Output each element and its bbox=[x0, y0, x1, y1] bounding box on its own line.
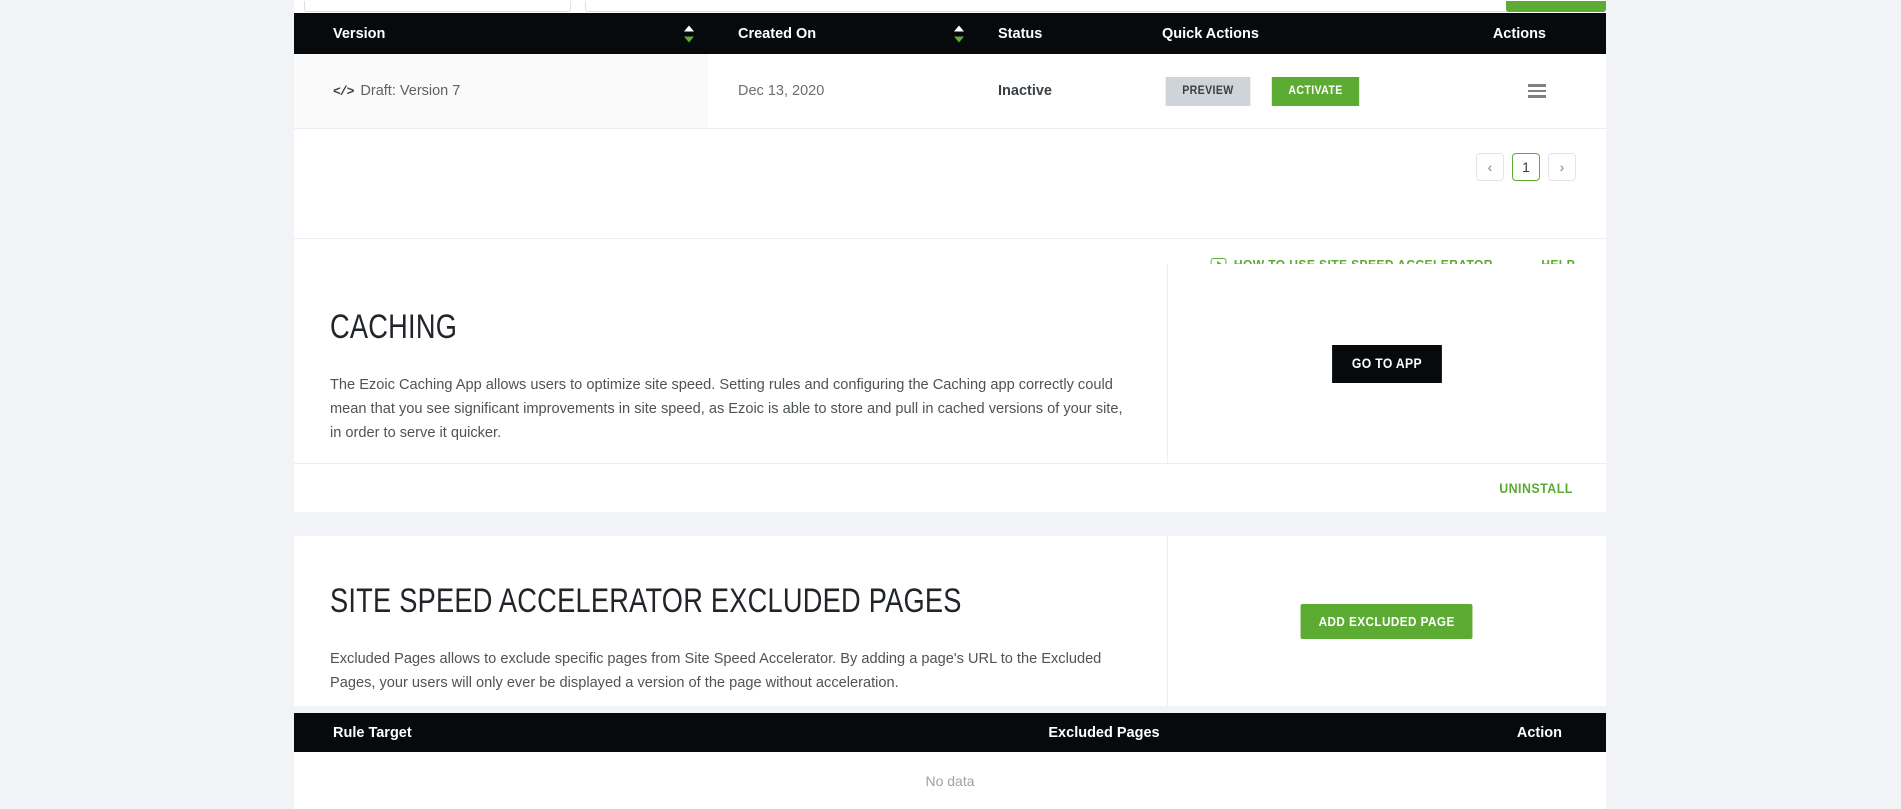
caching-action-panel: GO TO APP bbox=[1168, 264, 1606, 464]
sort-toggle-version[interactable] bbox=[684, 25, 694, 42]
preview-button[interactable]: PREVIEW bbox=[1165, 76, 1251, 106]
pagination-next-button[interactable]: › bbox=[1548, 153, 1576, 181]
column-header-version-label: Version bbox=[333, 25, 386, 42]
caching-body: The Ezoic Caching App allows users to op… bbox=[330, 377, 1123, 441]
pagination-prev-button[interactable]: ‹ bbox=[1476, 153, 1504, 181]
code-icon: </> bbox=[333, 83, 354, 99]
column-header-status: Status bbox=[978, 13, 1152, 54]
sort-ascending-icon bbox=[954, 25, 964, 31]
app-page: Version Created On Status Quick Actions bbox=[0, 0, 1901, 809]
sort-descending-icon bbox=[954, 36, 964, 42]
cell-created-on: Dec 13, 2020 bbox=[738, 83, 825, 99]
pagination-page-1-button[interactable]: 1 bbox=[1512, 153, 1540, 181]
excluded-pages-action-panel: ADD EXCLUDED PAGE bbox=[1168, 536, 1606, 706]
cutoff-green-button[interactable] bbox=[1506, 1, 1606, 12]
status-badge: Inactive bbox=[998, 83, 1052, 99]
table-row: </> Draft: Version 7 Dec 13, 2020 Inacti… bbox=[294, 54, 1606, 129]
excluded-pages-title: SITE SPEED ACCELERATOR EXCLUDED PAGES bbox=[330, 582, 962, 620]
sort-descending-icon bbox=[684, 36, 694, 42]
column-header-actions-label: Actions bbox=[1492, 25, 1546, 42]
column-header-created-on[interactable]: Created On bbox=[708, 13, 978, 54]
column-header-action: Action bbox=[1516, 724, 1562, 741]
go-to-app-button[interactable]: GO TO APP bbox=[1332, 344, 1442, 383]
caching-title: CACHING bbox=[330, 308, 458, 346]
cutoff-input-left[interactable] bbox=[304, 1, 572, 12]
column-header-status-label: Status bbox=[998, 25, 1043, 42]
column-header-excluded-pages: Excluded Pages bbox=[1048, 724, 1160, 741]
cutoff-toolbar bbox=[294, 0, 1606, 13]
excluded-pages-empty-message: No data bbox=[294, 752, 1606, 809]
activate-button[interactable]: ACTIVATE bbox=[1271, 76, 1360, 106]
column-header-version[interactable]: Version bbox=[294, 13, 708, 54]
cell-status: Inactive bbox=[978, 54, 1152, 128]
column-header-rule-target: Rule Target bbox=[333, 724, 412, 741]
add-excluded-page-button[interactable]: ADD EXCLUDED PAGE bbox=[1300, 603, 1474, 639]
excluded-pages-table: Rule Target Excluded Pages Action No dat… bbox=[294, 713, 1606, 809]
cell-version: </> Draft: Version 7 bbox=[294, 54, 708, 128]
versions-table-header: Version Created On Status Quick Actions bbox=[294, 13, 1606, 54]
uninstall-bar: UNINSTALL bbox=[294, 464, 1606, 512]
pagination: ‹ 1 › bbox=[294, 129, 1606, 205]
cell-quick-actions: PREVIEW ACTIVATE bbox=[1152, 54, 1384, 128]
sort-toggle-created-on[interactable] bbox=[954, 25, 964, 42]
excluded-pages-body: Excluded Pages allows to exclude specifi… bbox=[330, 651, 1102, 691]
excluded-pages-description-panel: SITE SPEED ACCELERATOR EXCLUDED PAGES Ex… bbox=[294, 536, 1168, 706]
uninstall-link[interactable]: UNINSTALL bbox=[1499, 481, 1573, 496]
hamburger-menu-icon[interactable] bbox=[1524, 80, 1550, 102]
versions-table-card: Version Created On Status Quick Actions bbox=[294, 13, 1606, 238]
caching-card: CACHING The Ezoic Caching App allows use… bbox=[294, 264, 1606, 464]
excluded-pages-table-header: Rule Target Excluded Pages Action bbox=[294, 713, 1606, 752]
version-label: Draft: Version 7 bbox=[360, 83, 461, 99]
column-header-quick-actions: Quick Actions bbox=[1152, 13, 1384, 54]
column-header-created-on-label: Created On bbox=[738, 25, 817, 42]
cutoff-input-right[interactable] bbox=[585, 1, 1606, 12]
excluded-pages-card: SITE SPEED ACCELERATOR EXCLUDED PAGES Ex… bbox=[294, 536, 1606, 706]
column-header-quick-actions-label: Quick Actions bbox=[1162, 25, 1259, 42]
column-header-actions: Actions bbox=[1384, 13, 1606, 54]
caching-description-panel: CACHING The Ezoic Caching App allows use… bbox=[294, 264, 1168, 464]
cell-actions bbox=[1384, 54, 1606, 128]
sort-ascending-icon bbox=[684, 25, 694, 31]
